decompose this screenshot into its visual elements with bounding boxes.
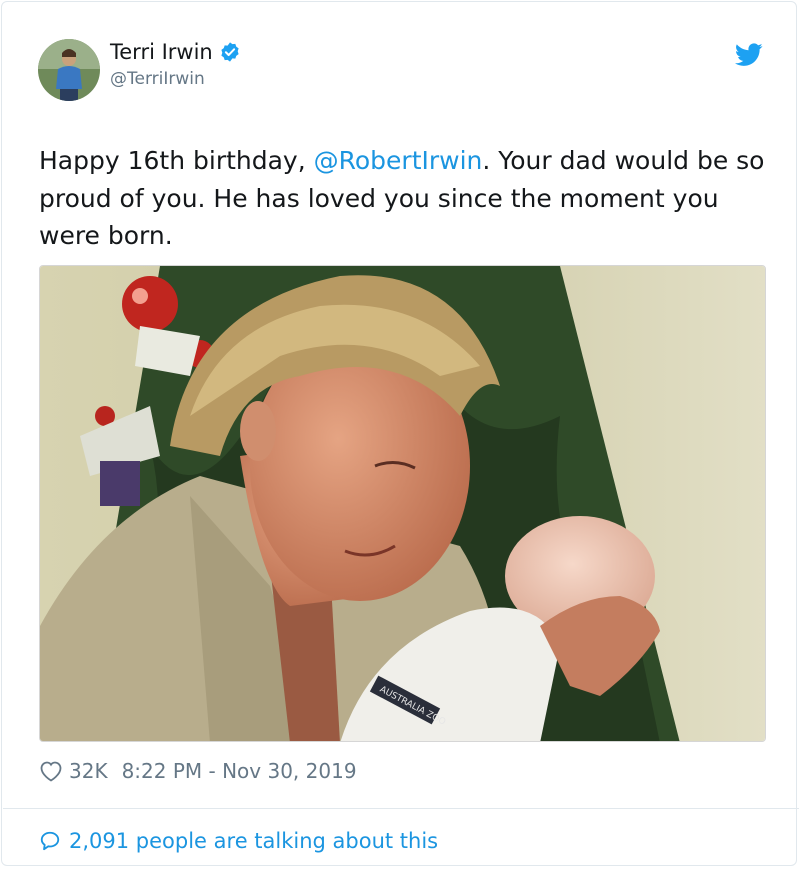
talking-link[interactable]: 2,091 people are talking about this	[39, 826, 438, 856]
author-name-row[interactable]: Terri Irwin	[110, 40, 241, 64]
timestamp[interactable]: 8:22 PM - Nov 30, 2019	[122, 759, 357, 783]
talking-text[interactable]: 2,091 people are talking about this	[69, 829, 438, 853]
tweet-meta: 32K 8:22 PM - Nov 30, 2019	[39, 757, 357, 785]
tweet-card: Terri Irwin @TerriIrwin Happy 16th birth…	[1, 1, 799, 866]
divider	[3, 808, 799, 809]
author-handle[interactable]: @TerriIrwin	[110, 69, 205, 89]
twitter-bird-icon[interactable]	[735, 43, 763, 67]
author-name[interactable]: Terri Irwin	[110, 40, 213, 64]
tweet-photo[interactable]: AUSTRALIA ZOO	[39, 265, 766, 742]
verified-badge-icon	[221, 42, 239, 62]
like-count[interactable]: 32K	[69, 759, 108, 783]
mention-link[interactable]: @RobertIrwin	[314, 146, 483, 175]
tweet-text: Happy 16th birthday, @RobertIrwin. Your …	[39, 142, 769, 255]
avatar[interactable]	[38, 39, 100, 101]
heart-icon[interactable]	[39, 760, 63, 782]
speech-bubble-icon	[40, 831, 60, 851]
tweet-text-start: Happy 16th birthday,	[39, 146, 314, 175]
